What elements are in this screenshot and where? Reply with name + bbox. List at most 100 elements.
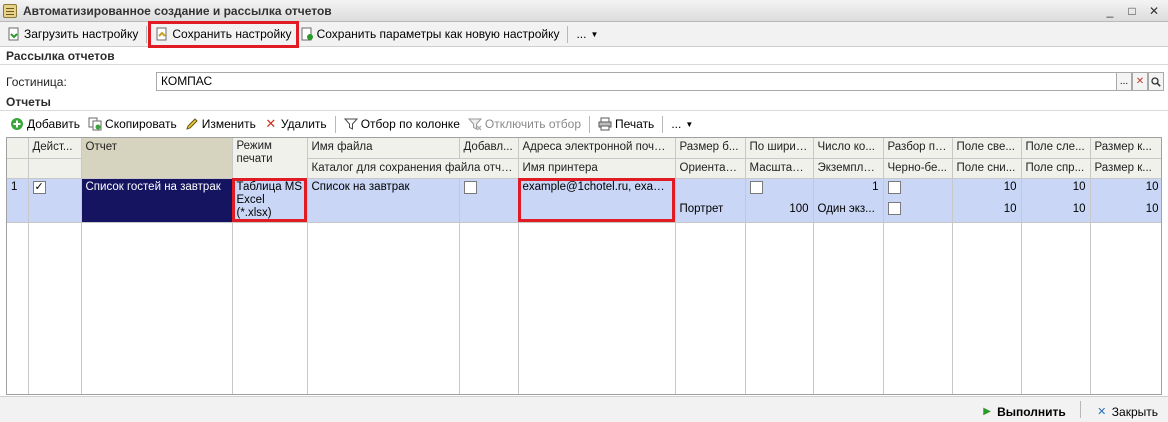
col-header-copies[interactable]: Экземпля...	[813, 158, 884, 179]
bottom-bar: ▶ Выполнить ✕ Закрыть	[0, 396, 1168, 422]
scale-value: 100	[789, 202, 809, 215]
col-header-margin-left[interactable]: Поле сле...	[1021, 138, 1091, 159]
row-fit-scale-cell[interactable]: 100	[745, 178, 814, 223]
copies-count-value: 1	[872, 180, 879, 193]
add-button[interactable]: Добавить	[6, 114, 84, 135]
printer-icon	[598, 117, 612, 131]
col-header-bw[interactable]: Черно-бе...	[883, 158, 953, 179]
bw-checkbox[interactable]	[887, 201, 901, 215]
col-header-number-copies[interactable]: Число ко...	[813, 138, 884, 159]
save-settings-button[interactable]: Сохранить настройку	[148, 20, 299, 48]
col-header-margin-top[interactable]: Поле све...	[952, 138, 1022, 159]
row-emails-cell[interactable]: example@1chotel.ru, exampl...	[518, 178, 676, 223]
hotel-field-row: Гостиница: КОМПАС ... ✕	[6, 72, 1164, 92]
close-button[interactable]: ✕ Закрыть	[1091, 401, 1162, 422]
collate-checkbox[interactable]	[887, 180, 901, 194]
disable-filter-button[interactable]: Отключить отбор	[464, 114, 585, 135]
add-icon	[10, 117, 24, 131]
hotel-select-button[interactable]: ...	[1116, 72, 1132, 91]
print-button[interactable]: Печать	[594, 114, 658, 135]
section-title-reports: Отчеты	[6, 95, 51, 109]
row-margin-top-cell[interactable]: 10 10	[952, 178, 1022, 223]
col-header-emails[interactable]: Адреса электронной почты...	[518, 138, 676, 159]
run-button[interactable]: ▶ Выполнить	[976, 401, 1070, 422]
filter-icon	[343, 117, 358, 131]
hotel-search-button[interactable]	[1148, 72, 1164, 91]
delete-button[interactable]: ✕ Удалить	[260, 114, 331, 135]
table-empty-area	[7, 222, 1161, 394]
delete-label: Удалить	[280, 117, 327, 131]
delete-icon: ✕	[265, 116, 277, 131]
col-header2-index	[7, 158, 29, 179]
table-row[interactable]: 1 Список гостей на завтрак Таблица MS Ex…	[7, 178, 1161, 223]
row-index: 1	[7, 178, 29, 223]
app-icon	[3, 3, 17, 18]
window-titlebar: Автоматизированное создание и рассылка о…	[0, 0, 1168, 22]
toolbar-separator	[589, 115, 590, 133]
col-header2-action	[28, 158, 82, 179]
row-action-cell[interactable]	[28, 178, 82, 223]
col-header-fit-width[interactable]: По ширин...	[745, 138, 814, 159]
filter-by-column-button[interactable]: Отбор по колонке	[340, 114, 464, 135]
col-header-report[interactable]: Отчет	[81, 138, 233, 179]
hotel-clear-button[interactable]: ✕	[1132, 72, 1148, 91]
edit-label: Изменить	[201, 117, 256, 131]
section-title-mailing: Рассылка отчетов	[6, 49, 115, 63]
col-header-size-k2[interactable]: Размер к...	[1090, 158, 1161, 179]
save-as-new-label: Сохранить параметры как новую настройку	[316, 27, 560, 41]
row-collate-cell[interactable]	[883, 178, 953, 223]
toolbar-separator	[334, 115, 336, 133]
close-window-button[interactable]: ✕	[1146, 3, 1162, 18]
load-settings-button[interactable]: Загрузить настройку	[3, 24, 142, 45]
margin-left-value: 10	[1072, 180, 1086, 193]
reports-more-button[interactable]: ... ▼	[667, 117, 697, 131]
row-orientation-cell[interactable]: Портрет	[675, 178, 746, 223]
fit-width-checkbox[interactable]	[749, 180, 763, 194]
row-size-cell[interactable]: 10 10	[1090, 178, 1161, 223]
size-b-value: 10	[1145, 202, 1159, 215]
row-copies-cell[interactable]: 1 Один экз...	[813, 178, 884, 223]
col-header-collate[interactable]: Разбор по...	[883, 138, 953, 159]
row-margin-left-cell[interactable]: 10 10	[1021, 178, 1091, 223]
reports-toolbar: Добавить Скопировать Изменить ✕ Удалить …	[0, 113, 1168, 135]
hotel-input[interactable]: КОМПАС	[156, 72, 1118, 91]
save-as-new-button[interactable]: Сохранить параметры как новую настройку	[296, 24, 564, 45]
row-print-mode-cell[interactable]: Таблица MS Excel (*.xlsx)	[232, 178, 308, 223]
edit-button[interactable]: Изменить	[181, 114, 260, 135]
row-file-name-cell[interactable]: Список на завтрак	[307, 178, 460, 223]
copy-button[interactable]: Скопировать	[84, 114, 181, 135]
orientation-value: Портрет	[679, 202, 724, 215]
col-header-orientation[interactable]: Ориентац...	[675, 158, 746, 179]
play-icon: ▶	[983, 406, 991, 417]
margin-top-value: 10	[1003, 180, 1017, 193]
filter-off-icon	[467, 117, 482, 131]
col-header-size-b[interactable]: Размер б...	[675, 138, 746, 159]
col-header-size-k[interactable]: Размер к...	[1090, 138, 1161, 159]
col-header-add[interactable]: Добавл...	[459, 138, 519, 159]
disable-filter-label: Отключить отбор	[484, 117, 581, 131]
col-header-margin-bottom[interactable]: Поле сни...	[952, 158, 1022, 179]
row-report-cell[interactable]: Список гостей на завтрак	[81, 178, 233, 223]
maximize-button[interactable]: □	[1124, 3, 1140, 18]
col-header-catalog[interactable]: Каталог для сохранения файла отчета	[307, 158, 519, 179]
col-header-scale[interactable]: Масштаб ...	[745, 158, 814, 179]
hotel-label: Гостиница:	[6, 75, 67, 89]
copy-label: Скопировать	[105, 117, 177, 131]
main-toolbar: Загрузить настройку Сохранить настройку …	[0, 20, 1168, 48]
row-add-cell[interactable]	[459, 178, 519, 223]
action-checkbox[interactable]	[32, 180, 46, 194]
close-icon: ✕	[1097, 406, 1107, 418]
add-checkbox[interactable]	[463, 180, 477, 194]
reports-table: Дейст... Отчет Режим печати Имя файла До…	[6, 137, 1162, 395]
minimize-button[interactable]: _	[1102, 3, 1118, 18]
col-header-action[interactable]: Дейст...	[28, 138, 82, 159]
size-a-value: 10	[1145, 180, 1159, 193]
toolbar-more-button[interactable]: ... ▼	[572, 27, 602, 41]
chevron-down-icon: ▼	[590, 29, 599, 39]
print-label: Печать	[615, 117, 655, 131]
col-header-printer-name[interactable]: Имя принтера	[518, 158, 676, 179]
col-header-print-mode[interactable]: Режим печати	[232, 138, 308, 179]
table-header-row: Дейст... Отчет Режим печати Имя файла До…	[7, 138, 1161, 179]
col-header-margin-right[interactable]: Поле спр...	[1021, 158, 1091, 179]
col-header-file-name[interactable]: Имя файла	[307, 138, 460, 159]
